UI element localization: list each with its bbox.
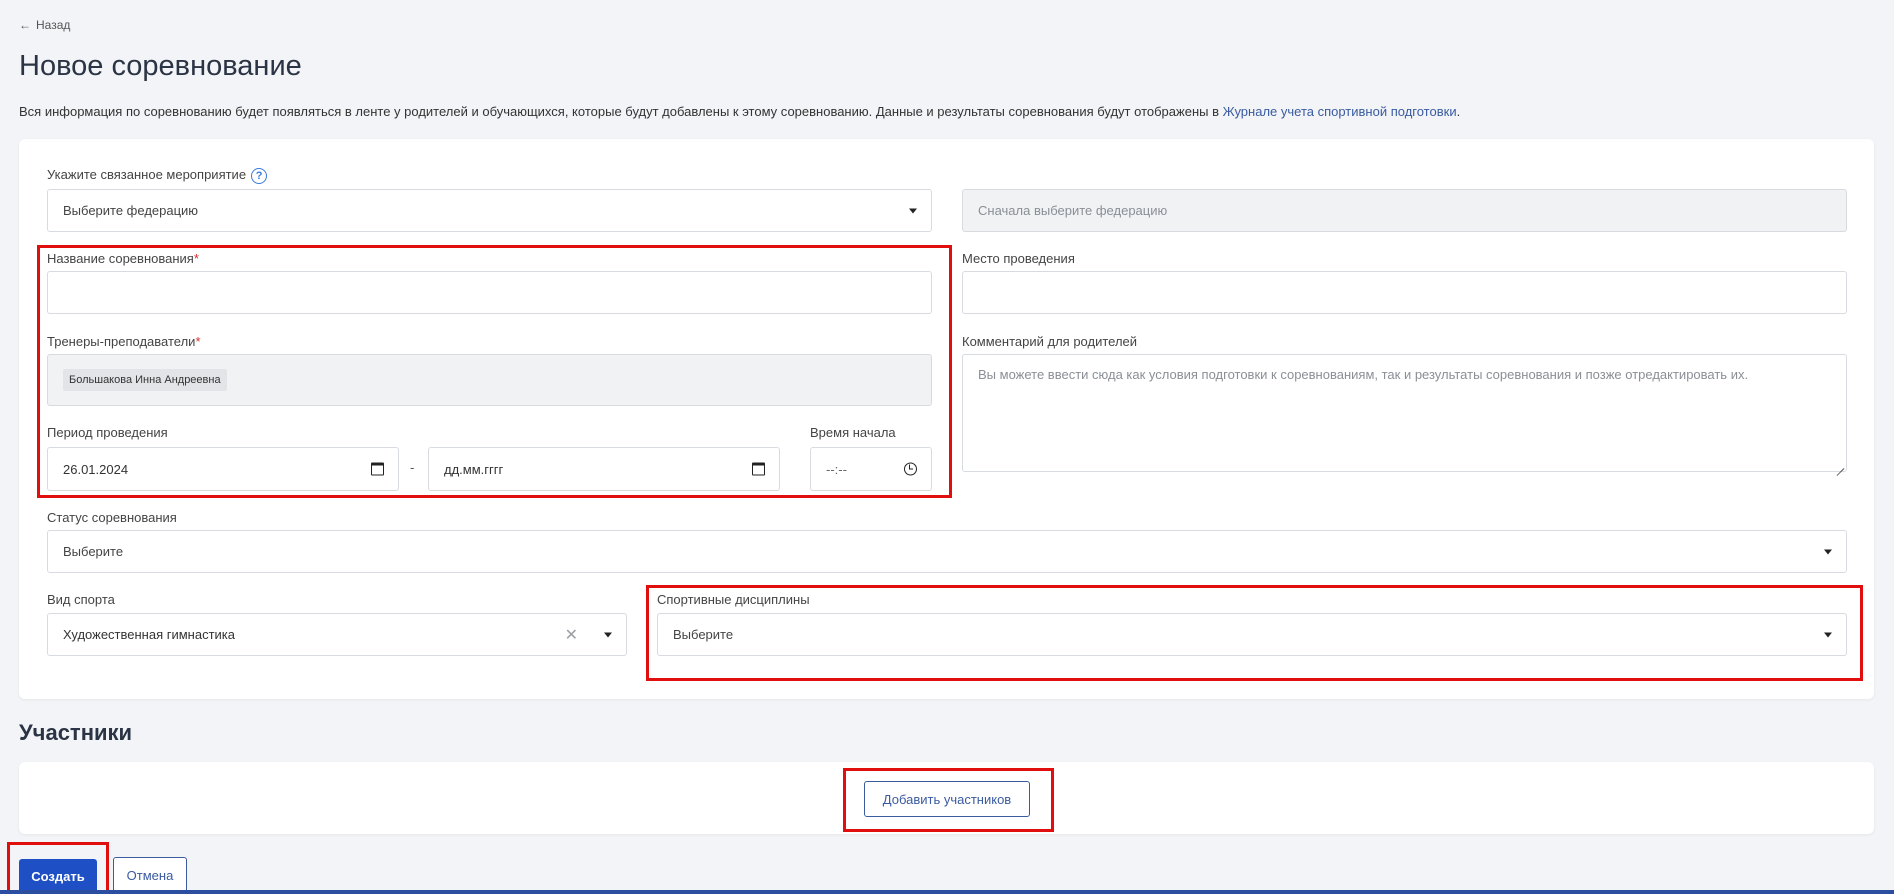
event-select-placeholder: Сначала выберите федерацию (978, 203, 1168, 218)
comment-placeholder: Вы можете ввести сюда как условия подгот… (978, 367, 1749, 382)
sport-select-value: Художественная гимнастика (63, 627, 236, 642)
date-separator: - (410, 460, 415, 475)
federation-select[interactable]: Выберите федерацию (47, 189, 932, 232)
back-label: Назад (36, 18, 71, 32)
calendar-icon[interactable] (752, 462, 765, 476)
start-time-placeholder: --:-- (826, 461, 847, 477)
trainers-label-text: Тренеры-преподаватели (47, 334, 196, 349)
event-select-disabled: Сначала выберите федерацию (962, 189, 1847, 232)
cancel-button[interactable]: Отмена (113, 857, 187, 894)
chevron-down-icon (1824, 549, 1832, 554)
date-from-input[interactable]: 26.01.2024 (47, 447, 399, 491)
comment-textarea[interactable]: Вы можете ввести сюда как условия подгот… (962, 354, 1847, 472)
sport-select[interactable]: Художественная гимнастика ✕ (47, 613, 627, 656)
venue-input[interactable] (962, 271, 1847, 314)
status-label: Статус соревнования (47, 510, 177, 525)
chevron-down-icon (604, 632, 612, 637)
required-mark: * (195, 334, 201, 349)
bottom-bar (0, 890, 1894, 894)
page-title: Новое соревнование (19, 50, 302, 82)
clear-icon[interactable]: ✕ (565, 625, 578, 645)
related-event-label: Укажите связанное мероприятие? (47, 167, 268, 184)
date-to-placeholder: дд.мм.гггг (444, 461, 504, 477)
start-time-label: Время начала (810, 425, 896, 440)
venue-label: Место проведения (962, 251, 1075, 266)
date-from-value: 26.01.2024 (63, 461, 129, 477)
clock-icon[interactable] (904, 462, 917, 476)
status-select[interactable]: Выберите (47, 530, 1847, 573)
disciplines-select-value: Выберите (673, 627, 734, 642)
resize-handle-icon[interactable] (1834, 459, 1844, 469)
chevron-down-icon (1824, 632, 1832, 637)
description-end: . (1456, 104, 1461, 119)
comment-label: Комментарий для родителей (962, 334, 1138, 349)
date-to-input[interactable]: дд.мм.гггг (428, 447, 780, 491)
name-label: Название соревнования* (47, 251, 199, 266)
trainer-chip: Большакова Инна Андреевна (63, 369, 227, 391)
back-link[interactable]: ← Назад (19, 18, 70, 32)
journal-link[interactable]: Журнале учета спортивной подготовки (1223, 104, 1457, 119)
related-event-label-text: Укажите связанное мероприятие (47, 167, 247, 182)
create-button[interactable]: Создать (19, 859, 97, 894)
description-text: Вся информация по соревнованию будет поя… (19, 104, 1223, 119)
participants-title: Участники (19, 720, 133, 745)
sport-label: Вид спорта (47, 592, 115, 607)
arrow-left-icon: ← (19, 18, 31, 32)
start-time-input[interactable]: --:-- (810, 447, 932, 491)
status-select-value: Выберите (63, 544, 124, 559)
add-participants-button[interactable]: Добавить участников (864, 781, 1030, 817)
chevron-down-icon (909, 208, 917, 213)
help-icon[interactable]: ? (251, 167, 268, 184)
trainers-label: Тренеры-преподаватели* (47, 334, 201, 349)
period-label: Период проведения (47, 425, 168, 440)
disciplines-label: Спортивные дисциплины (657, 592, 810, 607)
required-mark: * (193, 251, 199, 266)
page-description: Вся информация по соревнованию будет поя… (19, 104, 1460, 119)
name-label-text: Название соревнования (47, 251, 194, 266)
disciplines-select[interactable]: Выберите (657, 613, 1847, 656)
federation-select-value: Выберите федерацию (63, 203, 199, 218)
trainers-field: Большакова Инна Андреевна (47, 354, 932, 406)
calendar-icon[interactable] (371, 462, 384, 476)
competition-name-input[interactable] (47, 271, 932, 314)
